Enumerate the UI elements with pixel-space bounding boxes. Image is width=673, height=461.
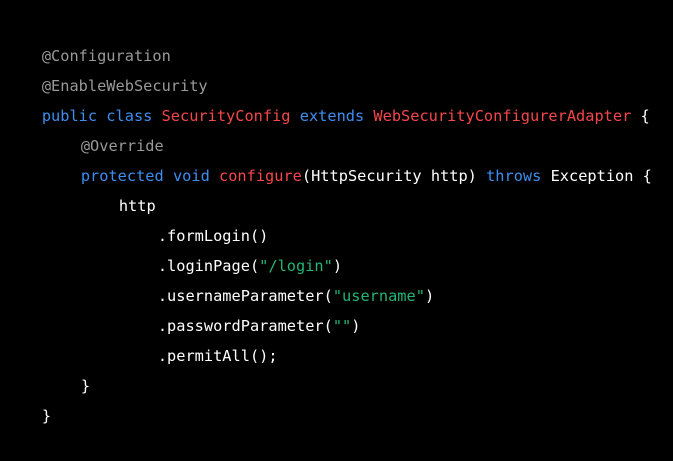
plain-token: { (640, 107, 650, 125)
annotation-token: @Configuration (41, 47, 171, 65)
plain-token: .passwordParameter( (157, 317, 333, 335)
keyword-token: extends (299, 107, 374, 125)
plain-token: .permitAll(); (157, 347, 278, 365)
code-line-12: } (0, 341, 673, 395)
plain-token: http (118, 197, 156, 215)
code-line-1: @Configuration (0, 11, 673, 65)
plain-token: ) (351, 317, 361, 335)
code-block: @Configuration @EnableWebSecurity public… (0, 0, 673, 425)
annotation-token: @Override (80, 137, 164, 155)
code-line-8: .loginPage("/login") (0, 221, 673, 275)
plain-token: ) (424, 287, 435, 305)
keyword-token: protected void (80, 167, 219, 185)
string-token: "username" (332, 287, 425, 305)
string-token: "/login" (259, 257, 333, 275)
closing-brace: } (41, 407, 52, 425)
plain-token: (HttpSecurity http) (301, 167, 487, 185)
plain-token: .formLogin() (157, 227, 269, 245)
plain-token: ) (332, 257, 343, 275)
closing-brace: } (80, 377, 91, 395)
identifier-token: configure (219, 167, 302, 185)
identifier-token: WebSecurityConfigurerAdapter (373, 107, 641, 125)
plain-token: Exception { (550, 167, 652, 185)
plain-token: .loginPage( (157, 257, 260, 275)
code-line-13: } (0, 371, 673, 425)
keyword-token: throws (486, 167, 551, 185)
identifier-token: SecurityConfig (161, 107, 300, 125)
annotation-token: @EnableWebSecurity (41, 77, 208, 95)
string-token: "" (332, 317, 352, 335)
plain-token: .usernameParameter( (157, 287, 333, 305)
keyword-token: public class (41, 107, 162, 125)
